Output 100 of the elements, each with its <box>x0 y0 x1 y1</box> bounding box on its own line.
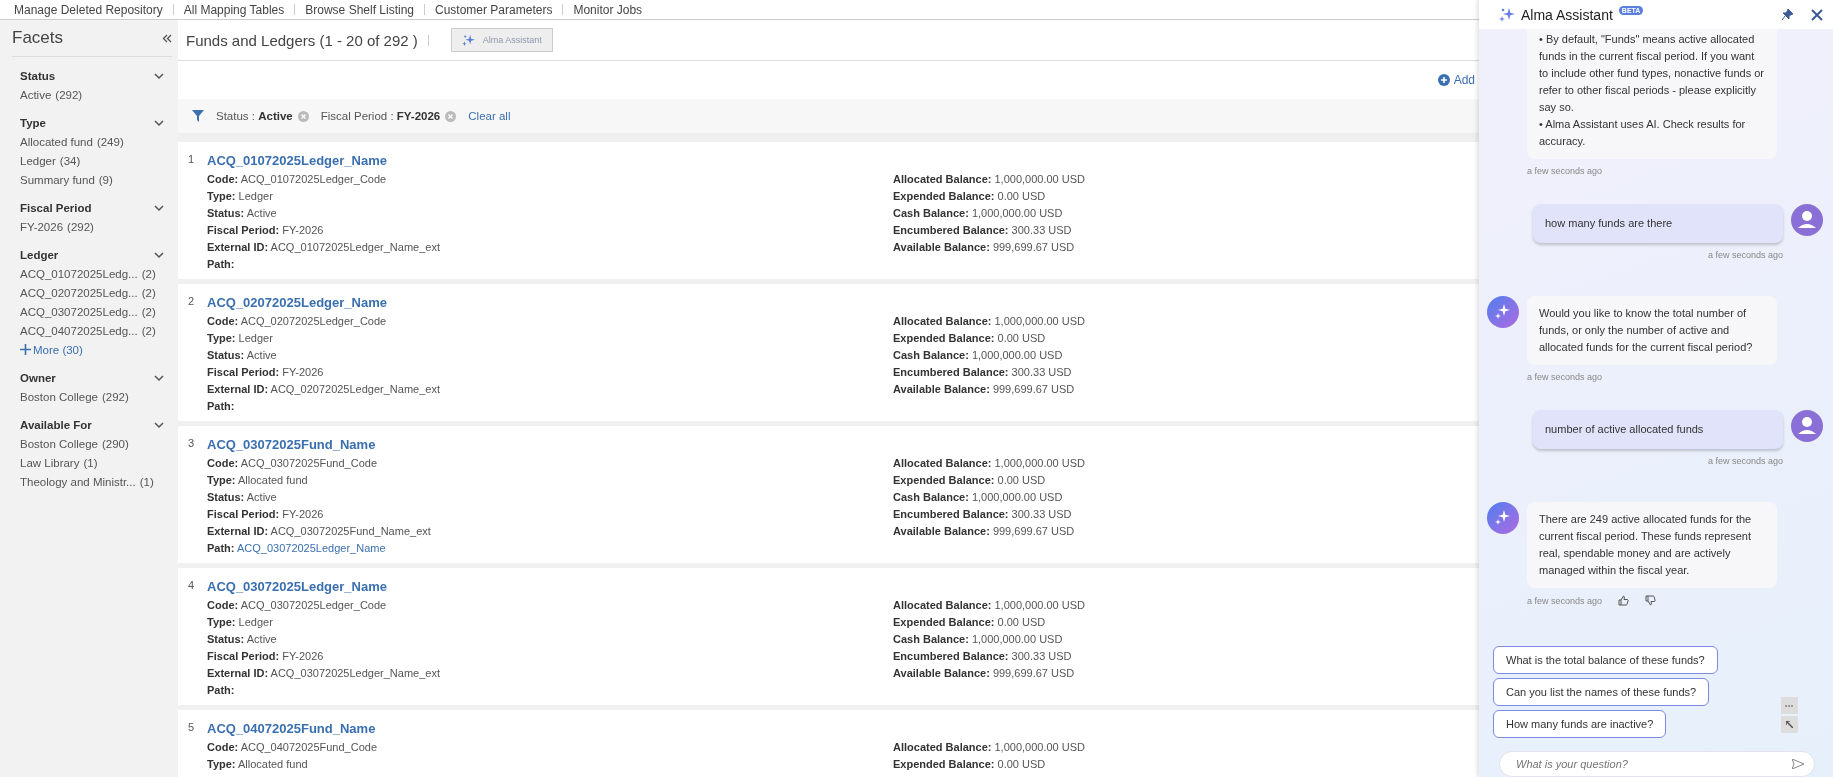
chevron-icon[interactable] <box>154 421 164 429</box>
balance-field: Expended Balance: 0.00 USD <box>893 330 1479 347</box>
nav-link[interactable]: Browse Shelf Listing <box>305 2 414 17</box>
facet-group-title: Fiscal Period <box>20 202 92 214</box>
chevron-icon[interactable] <box>154 251 164 259</box>
question-field[interactable]: What is your question? <box>1514 757 1792 771</box>
user-avatar-icon <box>1791 204 1823 236</box>
user-avatar-icon <box>1791 410 1823 442</box>
filter-icon <box>192 110 204 122</box>
assistant-message: • By default, "Funds" means active allocated funds in the current fiscal period. If you want to include other fund types, nonactive funds or refer to other fiscal periods - please explicitly say so. • Alma Assistant uses AI. Check results for accuracy. <box>1527 29 1777 159</box>
facet-item[interactable]: ACQ_03072025Ledg... (2) <box>20 302 178 321</box>
chevron-icon[interactable] <box>154 204 164 212</box>
balance-field: Available Balance: 999,699.67 USD <box>893 381 1479 398</box>
plus-icon <box>20 344 31 355</box>
nav-link[interactable]: Monitor Jobs <box>573 2 643 17</box>
record-field: Code: ACQ_04072025Fund_Code <box>207 739 893 756</box>
nav-link[interactable]: Customer Parameters <box>435 2 553 17</box>
suggestion-button[interactable]: What is the total balance of these funds? <box>1493 646 1718 674</box>
chevron-icon[interactable] <box>154 374 164 382</box>
message-time: a few seconds ago <box>1527 595 1603 606</box>
nav-link[interactable]: All Mapping Tables <box>183 2 285 17</box>
balance-field: Available Balance: 999,699.67 USD <box>893 665 1479 682</box>
facet-item[interactable]: Theology and Ministr... (1) <box>20 472 178 491</box>
facet-group-title: Owner <box>20 372 56 384</box>
suggestion-button[interactable]: How many funds are inactive? <box>1493 710 1667 738</box>
facet-item[interactable]: ACQ_04072025Ledg... (2) <box>20 321 178 340</box>
facet-item[interactable]: Allocated fund (249) <box>20 132 178 151</box>
assistant-message: Would you like to know the total number of funds, or only the number of active and allocated funds for the current fiscal period? <box>1527 296 1777 365</box>
clear-all-link[interactable]: Clear all <box>468 110 511 122</box>
row-number: 3 <box>188 436 196 451</box>
balance-field: Allocated Balance: 1,000,000.00 USD <box>893 171 1479 188</box>
record-field: External ID: ACQ_01072025Ledger_Name_ext <box>207 239 893 256</box>
record-field: Type: Ledger <box>207 188 893 205</box>
thumbs-down-icon[interactable] <box>1645 595 1657 606</box>
balance-field: Expended Balance: 0.00 USD <box>893 756 1479 773</box>
facet-group-title: Type <box>20 117 46 129</box>
path-link[interactable]: ACQ_03072025Ledger_Name <box>236 542 386 554</box>
sparkle-icon <box>461 33 475 47</box>
facet-item[interactable]: ACQ_02072025Ledg... (2) <box>20 283 178 302</box>
add-link[interactable]: Add <box>1437 73 1475 87</box>
facet-item[interactable]: Law Library (1) <box>20 453 178 472</box>
balance-field: Available Balance: 999,699.67 USD <box>893 523 1479 540</box>
balance-field: Encumbered Balance: 300.33 USD <box>893 364 1479 381</box>
facet-group-title: Status <box>20 70 56 82</box>
facet-item[interactable]: ACQ_01072025Ledg... (2) <box>20 264 178 283</box>
record-field: Status: Active <box>207 631 893 648</box>
expand-icon[interactable] <box>1781 716 1798 733</box>
record-link[interactable]: ACQ_01072025Ledger_Name <box>207 153 387 168</box>
facet-item[interactable]: Summary fund (9) <box>20 170 178 189</box>
send-icon[interactable] <box>1792 759 1804 769</box>
record-link[interactable]: ACQ_04072025Fund_Name <box>207 721 376 736</box>
balance-field: Allocated Balance: 1,000,000.00 USD <box>893 313 1479 330</box>
suggestion-button[interactable]: Can you list the names of these funds? <box>1493 678 1710 706</box>
record-field: Type: Ledger <box>207 614 893 631</box>
record-link[interactable]: ACQ_02072025Ledger_Name <box>207 295 387 310</box>
more-link[interactable]: More (30) <box>20 340 178 359</box>
chevron-icon[interactable] <box>154 119 164 127</box>
thumbs-up-icon[interactable] <box>1618 595 1630 606</box>
user-message: how many funds are there <box>1533 204 1783 243</box>
record-field: Fiscal Period: FY-2026 <box>207 364 893 381</box>
record-field: Fiscal Period: FY-2026 <box>207 648 893 665</box>
record-field: Path: ACQ_03072025Ledger_Name <box>207 540 893 557</box>
facet-item[interactable]: Boston College (290) <box>20 434 178 453</box>
assistant-avatar-icon <box>1487 502 1519 534</box>
facets-title: Facets <box>12 28 64 48</box>
user-message: number of active allocated funds <box>1533 410 1783 449</box>
question-box[interactable]: What is your question? <box>1499 751 1815 777</box>
row-number: 1 <box>188 152 196 167</box>
facet-item[interactable]: Boston College (292) <box>20 387 178 406</box>
record-field: Fiscal Period: FY-2026 <box>207 506 893 523</box>
record-field: Path: <box>207 682 893 699</box>
record-field: Code: ACQ_03072025Fund_Code <box>207 455 893 472</box>
balance-field: Encumbered Balance: 300.33 USD <box>893 506 1479 523</box>
balance-field: Allocated Balance: 1,000,000.00 USD <box>893 739 1479 756</box>
balance-field: Encumbered Balance: 300.33 USD <box>893 222 1479 239</box>
facet-item[interactable]: Active (292) <box>20 85 178 104</box>
record-link[interactable]: ACQ_03072025Ledger_Name <box>207 579 387 594</box>
record-field: External ID: ACQ_03072025Ledger_Name_ext <box>207 665 893 682</box>
message-time: a few seconds ago <box>1707 456 1783 466</box>
balance-field: Expended Balance: 0.00 USD <box>893 188 1479 205</box>
record-link[interactable]: ACQ_03072025Fund_Name <box>207 437 376 452</box>
facet-group-title: Available For <box>20 419 92 431</box>
facet-item[interactable]: FY-2026 (292) <box>20 217 178 236</box>
balance-field: Cash Balance: 1,000,000.00 USD <box>893 489 1479 506</box>
message-time: a few seconds ago <box>1527 166 1603 176</box>
nav-link[interactable]: Manage Deleted Repository <box>14 2 163 17</box>
assistant-title: Alma Assistant <box>1521 6 1613 23</box>
record-field: Type: Ledger <box>207 330 893 347</box>
record-field: Type: Allocated fund <box>207 472 893 489</box>
chevron-icon[interactable] <box>154 72 164 80</box>
record-field: Code: ACQ_02072025Ledger_Code <box>207 313 893 330</box>
collapse-icon[interactable] <box>162 33 172 43</box>
balance-field: Cash Balance: 1,000,000.00 USD <box>893 347 1479 364</box>
close-icon[interactable] <box>1811 8 1823 21</box>
assistant-message: There are 249 active allocated funds for the current fiscal period. These funds represent real, spendable money and are actively managed within the fiscal year. <box>1527 502 1777 588</box>
record-field: Status: Active <box>207 205 893 222</box>
record-field: Type: Allocated fund <box>207 756 893 773</box>
record-field: Fiscal Period: FY-2026 <box>207 222 893 239</box>
facet-item[interactable]: Ledger (34) <box>20 151 178 170</box>
pin-icon[interactable] <box>1782 9 1793 20</box>
